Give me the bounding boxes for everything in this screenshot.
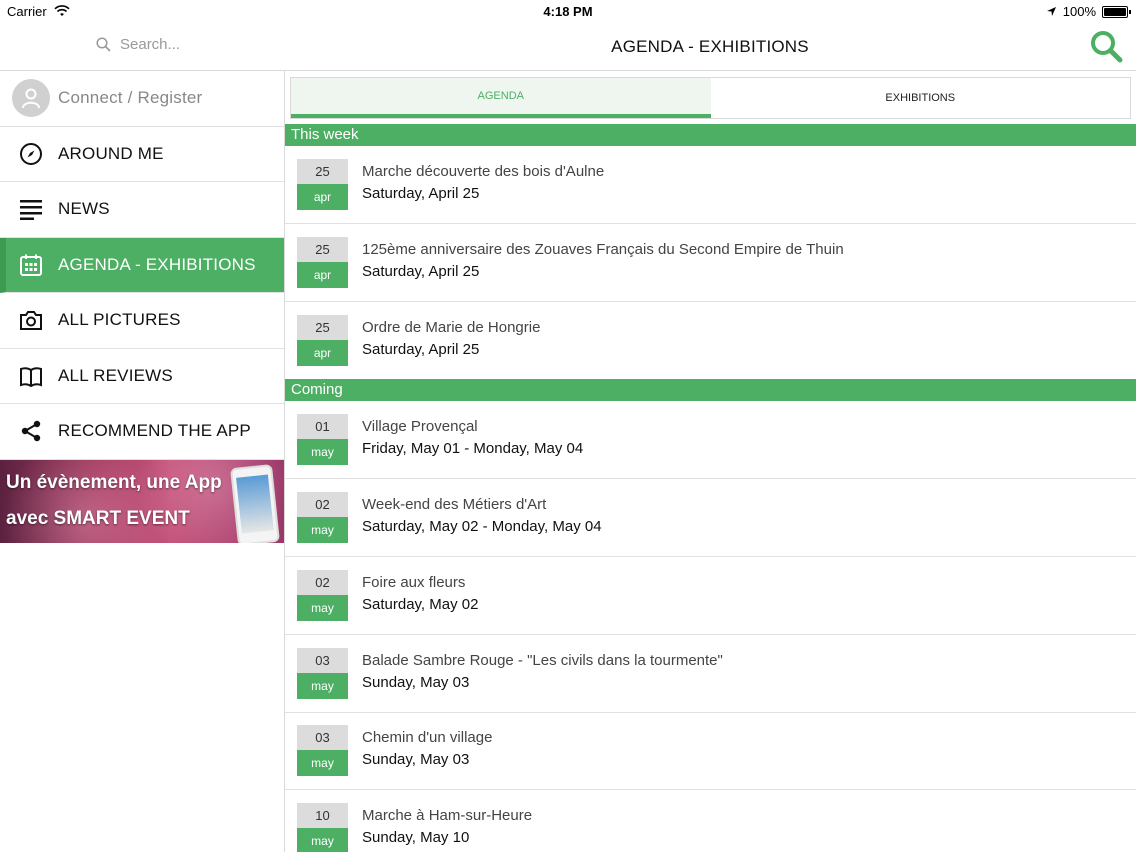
event-date: Saturday, April 25: [362, 263, 480, 280]
search-placeholder: Search...: [120, 36, 181, 53]
badge-day: 03: [297, 725, 348, 750]
tab-exhibitions[interactable]: EXHIBITIONS: [711, 78, 1131, 118]
badge-month: may: [297, 750, 348, 776]
agenda-content: AGENDA EXHIBITIONS This week 25 apr Marc…: [285, 71, 1136, 852]
event-row[interactable]: 25 apr Marche découverte des bois d'Auln…: [285, 146, 1136, 224]
event-date: Sunday, May 03: [362, 751, 470, 768]
event-name: Foire aux fleurs: [362, 574, 466, 591]
badge-day: 02: [297, 570, 348, 595]
connect-label: Connect / Register: [58, 88, 203, 108]
event-name: 125ème anniversaire des Zouaves Français…: [362, 241, 844, 258]
badge-month: may: [297, 673, 348, 699]
section-header-this-week: This week: [285, 124, 1136, 146]
event-row[interactable]: 25 apr Ordre de Marie de Hongrie Saturda…: [285, 302, 1136, 380]
sidebar-item-label: NEWS: [58, 199, 110, 219]
sidebar-item-all-pictures[interactable]: ALL PICTURES: [0, 293, 284, 349]
event-row[interactable]: 25 apr 125ème anniversaire des Zouaves F…: [285, 224, 1136, 302]
top-header: Search... AGENDA - EXHIBITIONS: [0, 22, 1136, 71]
event-row[interactable]: 01 may Village Provençal Friday, May 01 …: [285, 401, 1136, 479]
section-header-coming: Coming: [285, 379, 1136, 401]
badge-day: 10: [297, 803, 348, 828]
event-date: Friday, May 01 - Monday, May 04: [362, 440, 584, 457]
badge-month: may: [297, 595, 348, 621]
page-title: AGENDA - EXHIBITIONS: [611, 37, 809, 56]
event-row[interactable]: 10 may Marche à Ham-sur-Heure Sunday, Ma…: [285, 790, 1136, 852]
search-input[interactable]: Search...: [96, 36, 180, 53]
badge-month: may: [297, 439, 348, 465]
camera-icon: [20, 311, 42, 331]
segmented-control: AGENDA EXHIBITIONS: [290, 77, 1131, 119]
search-small-icon: [96, 37, 111, 52]
event-date: Sunday, May 10: [362, 829, 470, 846]
status-bar: Carrier 4:18 PM 100%: [0, 0, 1136, 22]
badge-month: apr: [297, 184, 348, 210]
event-date: Saturday, May 02: [362, 596, 479, 613]
event-row[interactable]: 03 may Balade Sambre Rouge - "Les civils…: [285, 635, 1136, 713]
event-date: Saturday, May 02 - Monday, May 04: [362, 518, 602, 535]
event-row[interactable]: 02 may Foire aux fleurs Saturday, May 02: [285, 557, 1136, 635]
event-name: Chemin d'un village: [362, 729, 493, 746]
promo-banner[interactable]: Un évènement, une App avec SMART EVENT: [0, 459, 284, 543]
date-badge: 03 may: [297, 648, 348, 699]
lines-icon: [20, 200, 42, 221]
book-icon: [20, 367, 42, 387]
event-name: Balade Sambre Rouge - "Les civils dans l…: [362, 652, 723, 669]
event-name: Village Provençal: [362, 418, 478, 435]
sidebar-item-recommend-the-app[interactable]: RECOMMEND THE APP: [0, 404, 284, 460]
sidebar-item-news[interactable]: NEWS: [0, 182, 284, 238]
battery-icon: [1102, 5, 1131, 18]
sidebar: Connect / Register AROUND ME NEWS AGENDA…: [0, 71, 285, 852]
sidebar-item-label: ALL PICTURES: [58, 310, 181, 330]
date-badge: 02 may: [297, 492, 348, 543]
connect-register-button[interactable]: Connect / Register: [0, 71, 284, 127]
compass-icon: [20, 142, 42, 165]
date-badge: 25 apr: [297, 237, 348, 288]
event-name: Week-end des Métiers d'Art: [362, 496, 547, 513]
sidebar-item-around-me[interactable]: AROUND ME: [0, 127, 284, 182]
sidebar-item-label: AGENDA - EXHIBITIONS: [58, 254, 256, 274]
battery-percent: 100%: [1062, 4, 1096, 19]
sidebar-item-label: AROUND ME: [58, 143, 164, 163]
event-date: Sunday, May 03: [362, 674, 470, 691]
date-badge: 10 may: [297, 803, 348, 852]
badge-month: apr: [297, 340, 348, 366]
date-badge: 01 may: [297, 414, 348, 465]
sidebar-item-agenda-exhibitions[interactable]: AGENDA - EXHIBITIONS: [0, 237, 284, 293]
event-name: Marche découverte des bois d'Aulne: [362, 163, 605, 180]
date-badge: 25 apr: [297, 159, 348, 210]
event-name: Ordre de Marie de Hongrie: [362, 319, 541, 336]
badge-day: 01: [297, 414, 348, 439]
event-name: Marche à Ham-sur-Heure: [362, 807, 533, 824]
badge-day: 25: [297, 159, 348, 184]
badge-day: 25: [297, 237, 348, 262]
search-icon[interactable]: [1088, 28, 1124, 64]
share-icon: [21, 421, 41, 442]
user-icon: [22, 88, 40, 109]
tab-agenda[interactable]: AGENDA: [291, 78, 711, 118]
sidebar-item-label: RECOMMEND THE APP: [58, 421, 251, 441]
event-row[interactable]: 03 may Chemin d'un village Sunday, May 0…: [285, 712, 1136, 790]
banner-line-1: Un évènement, une App: [6, 471, 222, 493]
badge-month: may: [297, 828, 348, 852]
location-arrow-icon: [1046, 7, 1056, 16]
phone-image: [230, 463, 280, 543]
badge-day: 25: [297, 315, 348, 340]
badge-day: 02: [297, 492, 348, 517]
event-row[interactable]: 02 may Week-end des Métiers d'Art Saturd…: [285, 479, 1136, 557]
avatar: [12, 79, 50, 118]
event-date: Saturday, April 25: [362, 185, 480, 202]
sidebar-item-all-reviews[interactable]: ALL REVIEWS: [0, 349, 284, 404]
date-badge: 03 may: [297, 725, 348, 776]
date-badge: 25 apr: [297, 315, 348, 366]
date-badge: 02 may: [297, 570, 348, 621]
calendar-icon: [20, 254, 42, 276]
badge-day: 03: [297, 648, 348, 673]
event-date: Saturday, April 25: [362, 341, 480, 358]
badge-month: apr: [297, 262, 348, 288]
badge-month: may: [297, 517, 348, 543]
clock: 4:18 PM: [543, 4, 593, 19]
banner-line-2: avec SMART EVENT: [6, 507, 190, 529]
sidebar-item-label: ALL REVIEWS: [58, 365, 173, 385]
